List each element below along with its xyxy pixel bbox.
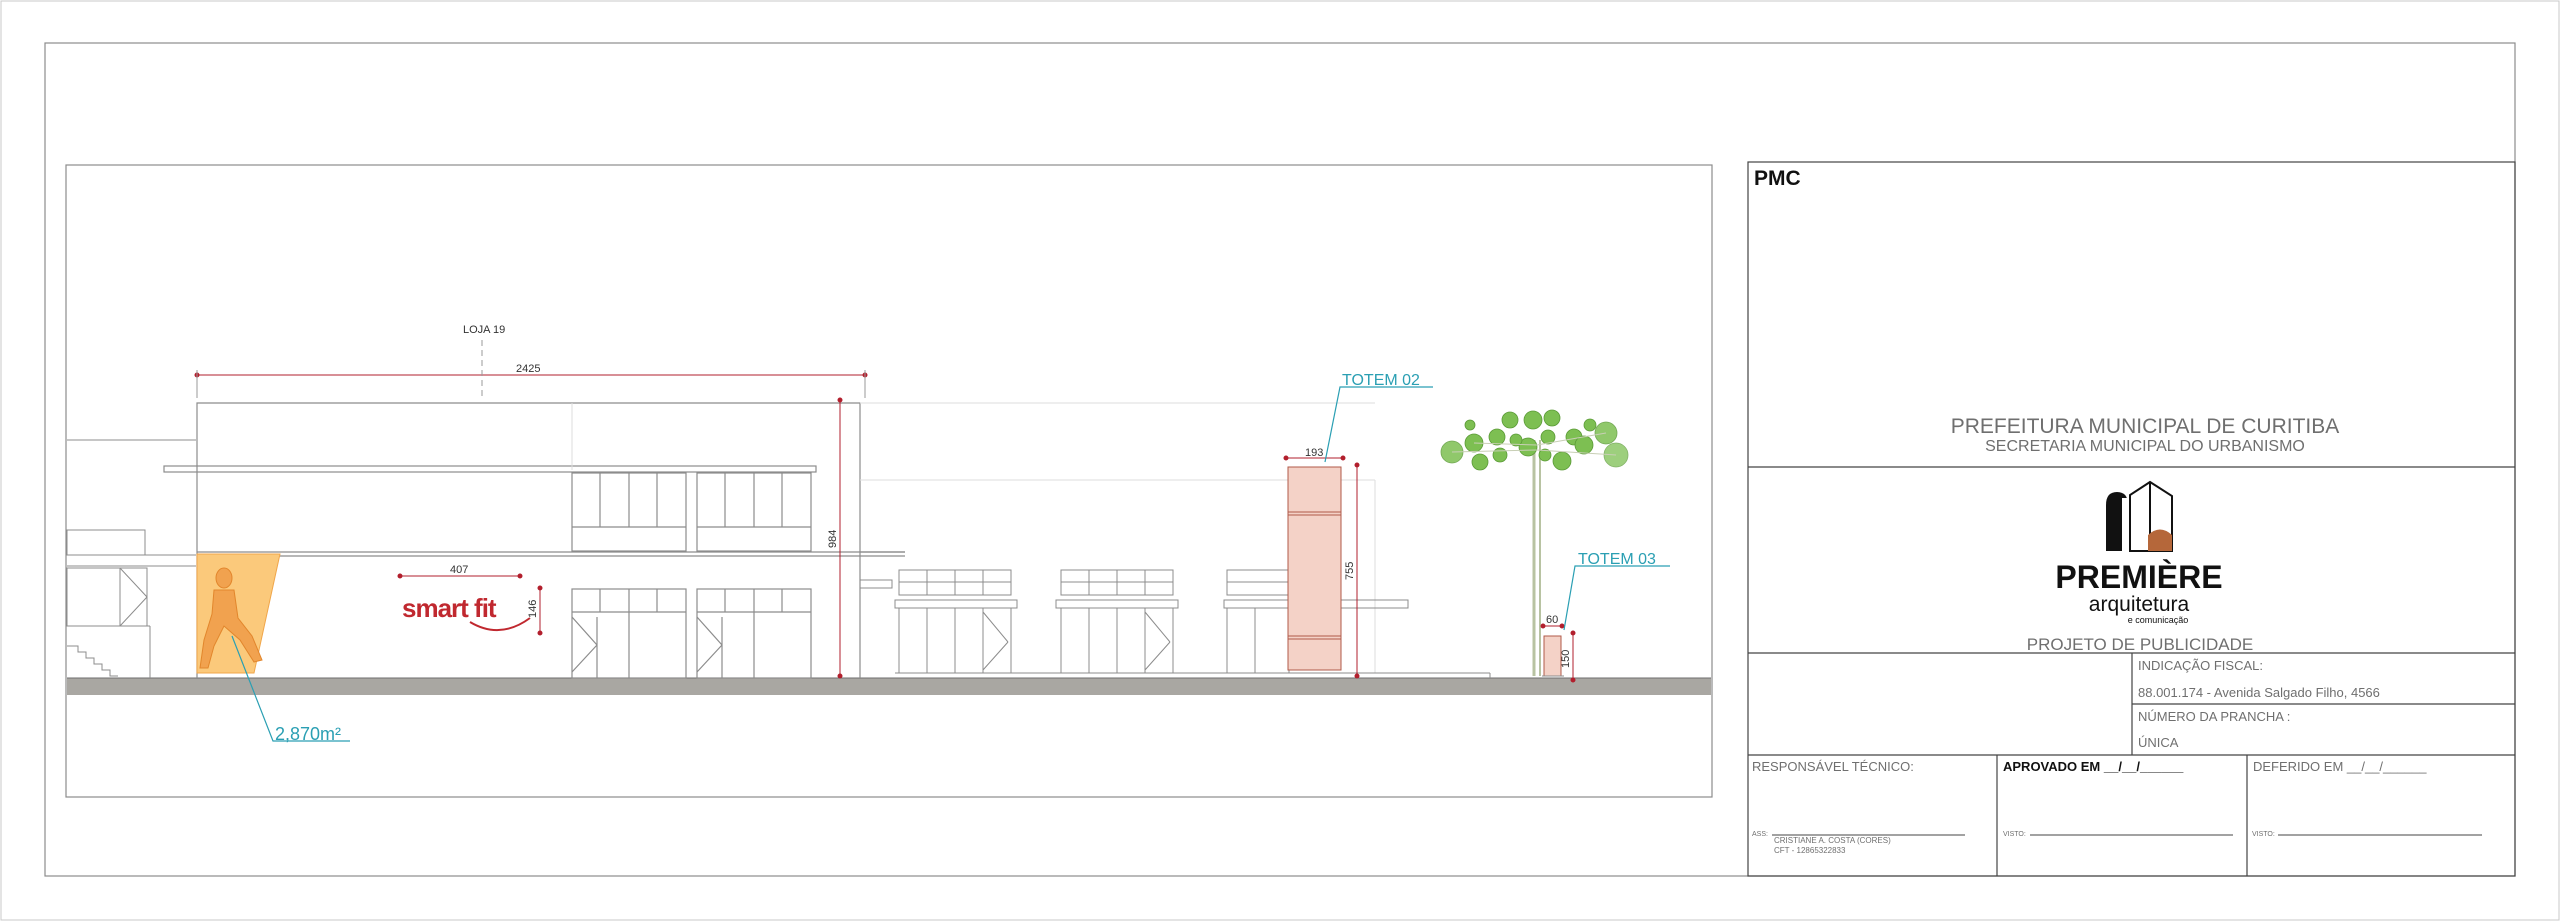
elevation-drawing: LOJA 19 2425 984 407 146 193 755 60 150 …: [65, 164, 1713, 798]
totem-02-height: 755: [1344, 562, 1356, 580]
totem-03-label: TOTEM 03: [1578, 551, 1656, 568]
prancha-value: ÚNICA: [2138, 735, 2179, 750]
totem-03-height: 150: [1560, 650, 1572, 668]
responsavel-label: RESPONSÁVEL TÉCNICO:: [1752, 759, 1914, 774]
responsavel-cft: CFT - 12865322833: [1774, 846, 1846, 855]
prancha-label: NÚMERO DA PRANCHA :: [2138, 709, 2290, 724]
dim-logo-width: 407: [450, 564, 468, 576]
neighbor-building-left: [66, 439, 196, 678]
main-building: [163, 402, 905, 679]
drawing-sheet: LOJA 19 2425 984 407 146 193 755 60 150 …: [0, 0, 2560, 921]
totem-02-label: TOTEM 02: [1342, 372, 1420, 389]
visto-label-deferido: VISTO:: [2252, 831, 2275, 838]
premiere-logo-mark: [2106, 480, 2173, 552]
ground-strip: [67, 678, 1711, 695]
totem-02-width: 193: [1305, 447, 1323, 459]
visto-label-aprovado: VISTO:: [2003, 831, 2026, 838]
totem-02: [1287, 466, 1342, 671]
project-type: PROJETO DE PUBLICIDADE: [2027, 635, 2253, 654]
dimension-lines: [194, 370, 1576, 683]
storefront-row: [859, 569, 1491, 678]
dim-height: 984: [827, 530, 839, 548]
dim-total-width: 2425: [516, 363, 540, 375]
loja-label: LOJA 19: [463, 324, 505, 336]
elevation-viewport-frame: [65, 164, 1713, 798]
prefeitura-title: PREFEITURA MUNICIPAL DE CURITIBA: [1951, 415, 2340, 438]
deferido-label: DEFERIDO EM __/__/______: [2253, 759, 2427, 774]
brand-name: PREMIÈRE: [2055, 559, 2222, 595]
area-label: 2,870m²: [275, 724, 341, 744]
secretaria-subtitle: SECRETARIA MUNICIPAL DO URBANISMO: [1985, 438, 2305, 455]
smartfit-logo: smart fit: [402, 593, 497, 623]
fiscal-value: 88.001.174 - Avenida Salgado Filho, 4566: [2138, 685, 2380, 700]
responsavel-name: CRISTIANE A. COSTA (CORES): [1774, 836, 1891, 845]
araucaria-tree: [1440, 409, 1629, 676]
totem-03-width: 60: [1546, 614, 1558, 626]
sheet-frame: [44, 42, 2516, 877]
dim-logo-height: 146: [527, 600, 539, 618]
ass-label: ASS:: [1752, 831, 1768, 838]
fiscal-label: INDICAÇÃO FISCAL:: [2138, 658, 2263, 673]
agency-code: PMC: [1754, 167, 1801, 190]
brand-sub: arquitetura: [2089, 593, 2190, 616]
outer-border: [0, 0, 2560, 921]
brand-sub2: e comunicação: [2128, 615, 2189, 625]
aprovado-label: APROVADO EM __/__/______: [2003, 759, 2184, 774]
